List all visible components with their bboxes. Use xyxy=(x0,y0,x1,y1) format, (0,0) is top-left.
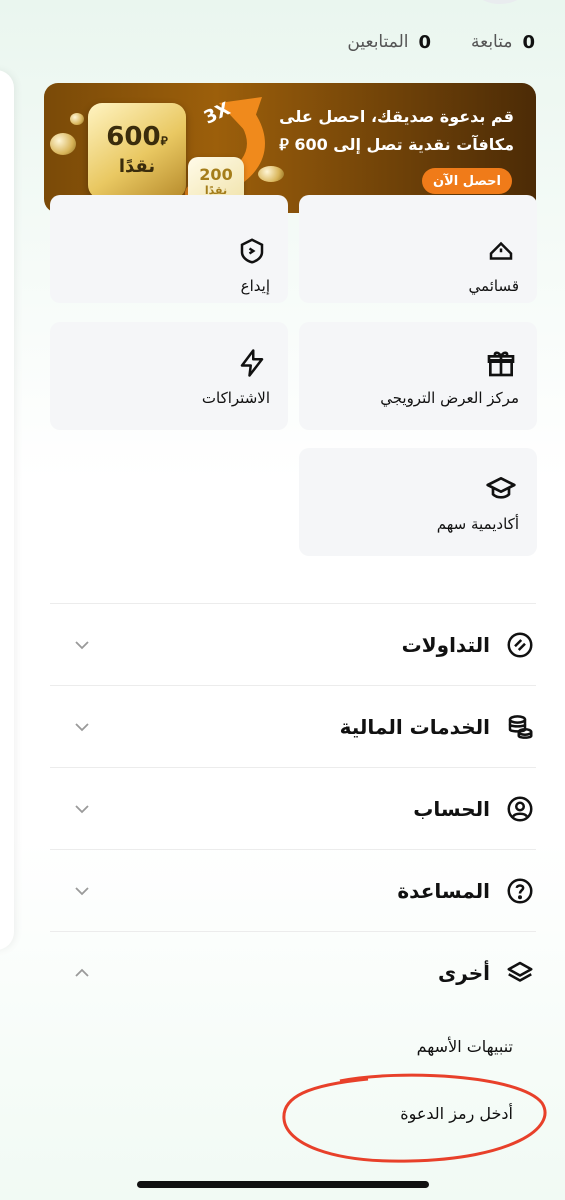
voucher-icon xyxy=(483,233,519,269)
trades-icon xyxy=(504,629,536,661)
coin-icon xyxy=(258,166,284,182)
stock-alerts-item[interactable]: تنبيهات الأسهم xyxy=(417,1037,513,1056)
small-amount: 200 xyxy=(199,165,233,184)
followers-count: 0 xyxy=(418,31,431,53)
coin-icon xyxy=(50,133,76,155)
referral-banner[interactable]: 600⃁ نقدًا 3X 200 نقدًا قم بدعوة صديقك، … xyxy=(44,83,536,213)
chevron-down-icon[interactable] xyxy=(72,635,92,655)
annotation-circle xyxy=(282,1073,547,1163)
card-label: قسائمي xyxy=(468,277,519,295)
following-label: متابعة xyxy=(471,32,513,52)
card-label: أكاديمية سهم xyxy=(436,515,519,533)
coins-stack-icon xyxy=(504,711,536,743)
menu-other[interactable]: أخرى xyxy=(50,931,536,1013)
menu-title: الخدمات المالية xyxy=(339,714,490,739)
banner-line-1: قم بدعوة صديقك، احصل على xyxy=(279,107,514,126)
chevron-down-icon[interactable] xyxy=(72,881,92,901)
menu-financial-services[interactable]: الخدمات المالية xyxy=(50,685,536,767)
home-indicator xyxy=(137,1181,429,1188)
followers-label: المتابعين xyxy=(347,32,409,52)
lightning-icon xyxy=(234,345,270,381)
banner-artwork: 600⃁ نقدًا 3X 200 نقدًا xyxy=(44,83,284,213)
gift-icon xyxy=(483,345,519,381)
graduation-cap-icon xyxy=(483,471,519,507)
followers-stat[interactable]: 0 المتابعين xyxy=(347,32,431,53)
card-label: الاشتراكات xyxy=(201,389,270,407)
chevron-down-icon[interactable] xyxy=(72,717,92,737)
card-sahm-academy[interactable]: أكاديمية سهم xyxy=(299,448,537,556)
chevron-up-icon[interactable] xyxy=(72,963,92,983)
following-stat[interactable]: 0 متابعة xyxy=(471,32,535,53)
card-label: إيداع xyxy=(240,277,270,295)
menu-account[interactable]: الحساب xyxy=(50,767,536,849)
deposit-icon xyxy=(234,233,270,269)
card-promotion-center[interactable]: مركز العرض الترويجي xyxy=(299,322,537,430)
menu-title: المساعدة xyxy=(397,878,490,903)
menu-title: التداولات xyxy=(401,632,490,657)
menu-trades[interactable]: التداولات xyxy=(50,603,536,685)
badge-600: 600⃁ نقدًا xyxy=(88,103,186,199)
big-cash-label: نقدًا xyxy=(118,156,156,177)
big-currency: ⃁ xyxy=(160,134,168,148)
banner-line-2: مكافآت نقدية تصل إلى 600 ⃁ xyxy=(279,135,514,154)
banner-headline: قم بدعوة صديقك، احصل على مكافآت نقدية تص… xyxy=(254,103,514,159)
menu-help[interactable]: المساعدة xyxy=(50,849,536,931)
menu-title: أخرى xyxy=(437,960,490,985)
following-count: 0 xyxy=(522,31,535,53)
user-circle-icon xyxy=(504,793,536,825)
coin-icon xyxy=(70,113,84,125)
menu-title: الحساب xyxy=(413,796,490,821)
card-subscriptions[interactable]: الاشتراكات xyxy=(50,322,288,430)
big-amount: 600 xyxy=(106,122,161,152)
get-now-button[interactable]: احصل الآن xyxy=(422,168,512,194)
side-panel-edge xyxy=(0,70,14,950)
help-circle-icon xyxy=(504,875,536,907)
chevron-down-icon[interactable] xyxy=(72,799,92,819)
card-deposit[interactable]: إيداع xyxy=(50,195,288,303)
layers-icon xyxy=(504,957,536,989)
card-vouchers[interactable]: قسائمي xyxy=(299,195,537,303)
card-label: مركز العرض الترويجي xyxy=(380,389,519,407)
profile-stats: 0 متابعة 0 المتابعين xyxy=(307,28,535,56)
